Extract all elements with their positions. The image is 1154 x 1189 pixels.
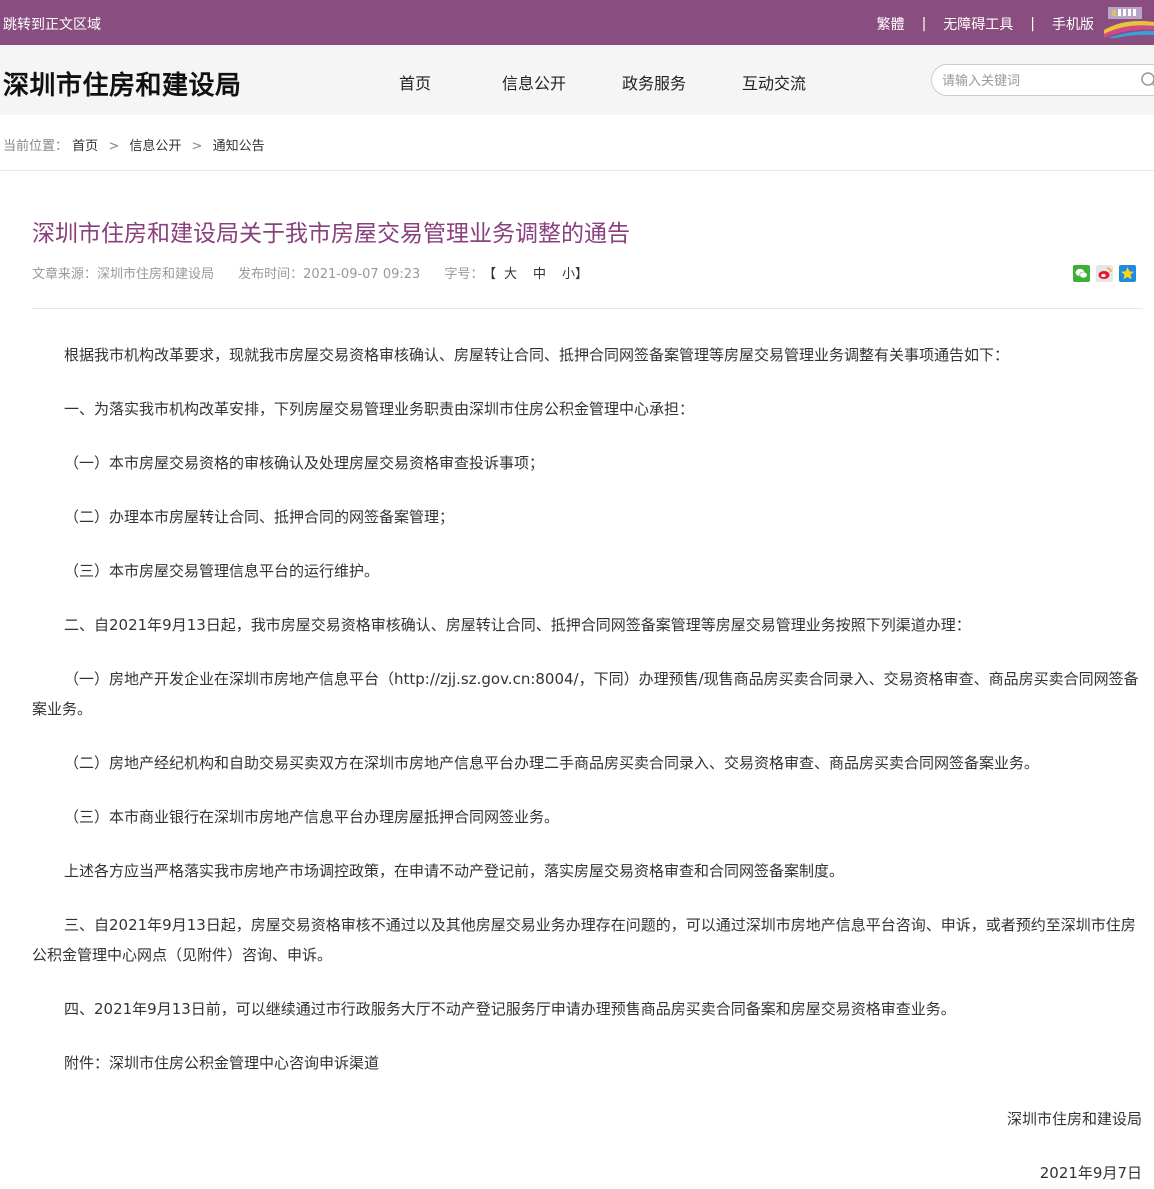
mobile-version-link[interactable]: 手机版 [1052,14,1094,34]
traditional-chinese-link[interactable]: 繁體 [877,14,905,34]
font-size-small-button[interactable]: 小 [562,267,575,282]
skip-to-content-link[interactable]: 跳转到正文区域 [3,14,101,34]
search-input[interactable] [942,71,1137,91]
weibo-icon[interactable] [1096,265,1113,282]
breadcrumb-arrow: > [191,139,203,154]
article-title: 深圳市住房和建设局关于我市房屋交易管理业务调整的通告 [32,221,630,247]
nav-interaction[interactable]: 互动交流 [742,70,806,94]
article-paragraph: （三）本市房屋交易管理信息平台的运行维护。 [64,562,380,580]
breadcrumb: 当前位置： 首页 > 信息公开 > 通知公告 [3,135,265,154]
breadcrumb-home[interactable]: 首页 [72,139,98,154]
top-link-separator: | [1030,16,1035,32]
font-size-label: 字号： [444,267,484,282]
nav-home[interactable]: 首页 [399,70,431,94]
top-link-separator: | [921,16,927,32]
article-paragraph: （二）房地产经纪机构和自助交易买卖双方在深圳市房地产信息平台办理二手商品房买卖合… [64,754,1040,772]
article-signature: 深圳市住房和建设局 [1006,1110,1142,1128]
site-header: 深圳市住房和建设局 首页 信息公开 政务服务 互动交流 [0,45,1154,115]
search-box [931,64,1154,96]
article-date: 2021年9月7日 [1039,1164,1142,1182]
nav-information-disclosure[interactable]: 信息公开 [502,70,566,94]
article-attachment: 附件：深圳市住房公积金管理中心咨询申诉渠道 [64,1054,380,1072]
nav-government-services[interactable]: 政务服务 [622,70,686,94]
font-size-medium-button[interactable]: 中 [533,267,546,282]
breadcrumb-arrow: > [108,139,120,154]
share-buttons [1073,265,1142,282]
accessibility-tools-link[interactable]: 无障碍工具 [943,14,1013,34]
site-emblem-icon [1104,7,1154,38]
breadcrumb-divider [0,170,1154,171]
article-divider [32,308,1143,309]
article-paragraph: （一）本市房屋交易资格的审核确认及处理房屋交易资格审查投诉事项； [64,454,545,472]
breadcrumb-notices[interactable]: 通知公告 [213,139,265,154]
breadcrumb-information-disclosure[interactable]: 信息公开 [129,139,181,154]
font-size-large-button[interactable]: 大 [504,267,517,282]
qzone-icon[interactable] [1119,265,1136,282]
article-paragraph: 二、自2021年9月13日起，我市房屋交易资格审核确认、房屋转让合同、抵押合同网… [64,616,971,634]
top-bar: 跳转到正文区域 繁體 | 无障碍工具 | 手机版 [0,0,1154,45]
search-icon[interactable] [1140,71,1154,89]
breadcrumb-label: 当前位置： [3,139,69,154]
article-source: 文章来源：深圳市住房和建设局 [32,267,215,282]
article-paragraph: （三）本市商业银行在深圳市房地产信息平台办理房屋抵押合同网签业务。 [64,808,560,826]
article-publish-time: 发布时间：2021-09-07 09:23 [238,267,421,282]
font-size-bracket-open: 【 [489,267,496,282]
article-paragraph: 上述各方应当严格落实我市房地产市场调控政策，在申请不动产登记前，落实房屋交易资格… [64,862,845,880]
article-paragraph: 根据我市机构改革要求，现就我市房屋交易资格审核确认、房屋转让合同、抵押合同网签备… [64,346,1010,364]
font-size-bracket-close: 】 [575,267,589,282]
article-paragraph: 三、自2021年9月13日起，房屋交易资格审核不通过以及其他房屋交易业务办理存在… [32,916,1136,964]
article-paragraph: 四、2021年9月13日前，可以继续通过市行政服务大厅不动产登记服务厅申请办理预… [64,1000,956,1018]
article-paragraph: 一、为落实我市机构改革安排，下列房屋交易管理业务职责由深圳市住房公积金管理中心承… [64,400,695,418]
wechat-icon[interactable] [1073,265,1090,282]
article-meta: 文章来源：深圳市住房和建设局 发布时间：2021-09-07 09:23 字号：… [32,263,588,282]
article-paragraph: （一）房地产开发企业在深圳市房地产信息平台（http://zjj.sz.gov.… [32,670,1139,718]
top-links: 繁體 | 无障碍工具 | 手机版 [877,14,1094,34]
article-paragraph: （二）办理本市房屋转让合同、抵押合同的网签备案管理； [64,508,455,526]
